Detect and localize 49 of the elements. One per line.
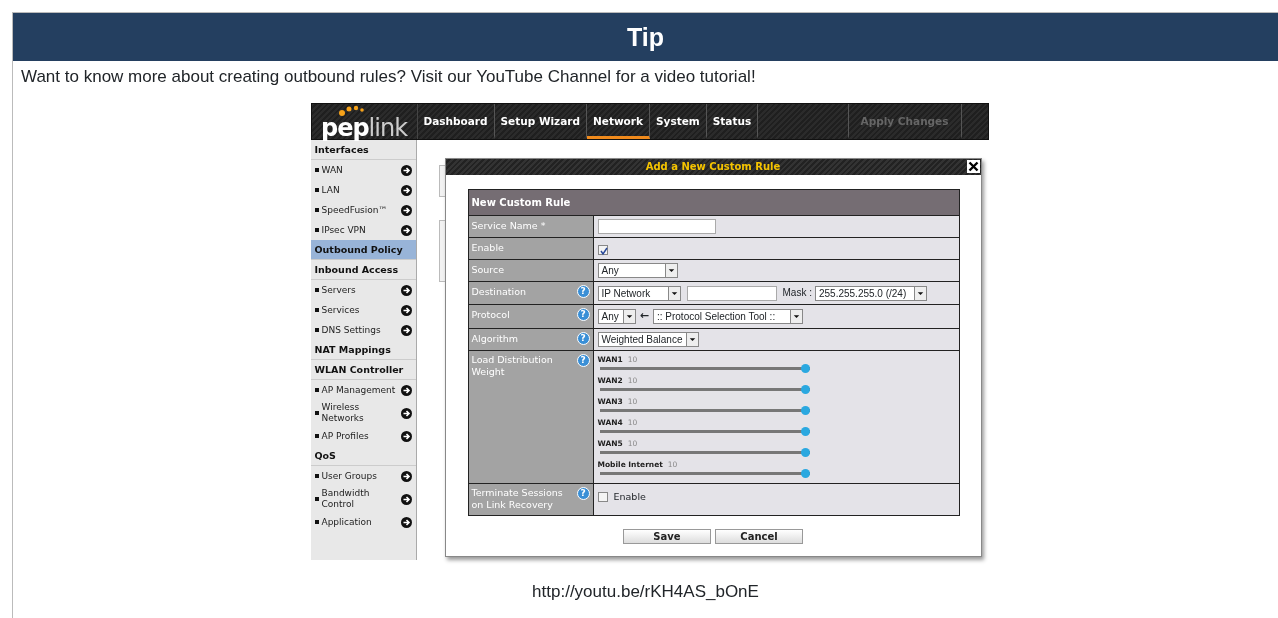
nav-tab[interactable]: Network	[586, 104, 650, 139]
sidebar-item[interactable]: Wireless Networks	[310, 400, 416, 426]
field-label: Algorithm	[471, 332, 519, 345]
sidebar-item[interactable]: Application	[310, 512, 416, 532]
dialog-button[interactable]: Cancel	[715, 529, 803, 544]
sidebar-section[interactable]: NAT Mappings	[310, 340, 416, 360]
field-label: Terminate Sessions on Link Recovery	[471, 486, 564, 511]
checkbox-label: Enable	[613, 490, 646, 502]
dialog-button[interactable]: Save	[623, 529, 711, 544]
video-link[interactable]: http://youtu.be/rKH4AS_bOnE	[13, 579, 1278, 605]
sidebar-item[interactable]: IPsec VPN	[310, 220, 416, 240]
sidebar-item[interactable]: Servers	[310, 280, 416, 300]
field-label: Destination	[471, 286, 526, 299]
mask-label: Mask :	[782, 287, 812, 299]
dropdown[interactable]: :: Protocol Selection Tool ::	[652, 309, 803, 325]
form-heading: New Custom Rule	[468, 189, 959, 216]
nav-tab[interactable]: Status	[706, 104, 759, 139]
sidebar-item[interactable]: Bandwidth Control	[310, 486, 416, 512]
dropdown[interactable]: Weighted Balance	[597, 331, 700, 347]
sidebar-item[interactable]: WAN	[310, 160, 416, 180]
sidebar-item[interactable]: AP Management	[310, 380, 416, 400]
dropdown[interactable]: IP Network	[597, 286, 681, 302]
sidebar-item[interactable]: SpeedFusion™	[310, 200, 416, 220]
sidebar-section[interactable]: Inbound Access	[310, 260, 416, 280]
nav-tab[interactable]: Setup Wizard	[494, 104, 587, 139]
field-label: Source	[471, 264, 505, 277]
tip-text: Want to know more about creating outbound rules? Visit our YouTube Channel for a video tutorial!	[20, 66, 757, 87]
dropdown[interactable]: 255.255.255.0 (/24)	[814, 286, 927, 302]
dropdown[interactable]: Any	[597, 309, 636, 325]
sidebar-item[interactable]: LAN	[310, 180, 416, 200]
dialog-title: Add a New Custom Rule	[645, 161, 781, 172]
field-label: Load Distribution Weight	[471, 353, 554, 378]
sidebar-section[interactable]: WLAN Controller	[310, 360, 416, 380]
field-label: Enable	[471, 242, 504, 254]
sidebar-item[interactable]: Services	[310, 300, 416, 320]
nav-tab[interactable]: System	[650, 104, 707, 139]
field-label: Protocol	[471, 309, 510, 322]
nav-tab[interactable]: Dashboard	[417, 104, 495, 139]
field-label: Service Name *	[471, 220, 546, 232]
sidebar-section[interactable]: Interfaces	[310, 140, 416, 160]
sidebar-item[interactable]: AP Profiles	[310, 426, 416, 446]
sidebar-item[interactable]: DNS Settings	[310, 320, 416, 340]
logo: peplink	[311, 104, 418, 139]
dropdown[interactable]: Any	[597, 263, 678, 279]
arrow: ←	[639, 309, 649, 323]
sidebar-item[interactable]: User Groups	[310, 466, 416, 486]
sidebar-section[interactable]: QoS	[310, 446, 416, 466]
sidebar-section[interactable]: Outbound Policy	[310, 240, 416, 260]
tip-title: Tip	[13, 13, 1278, 61]
